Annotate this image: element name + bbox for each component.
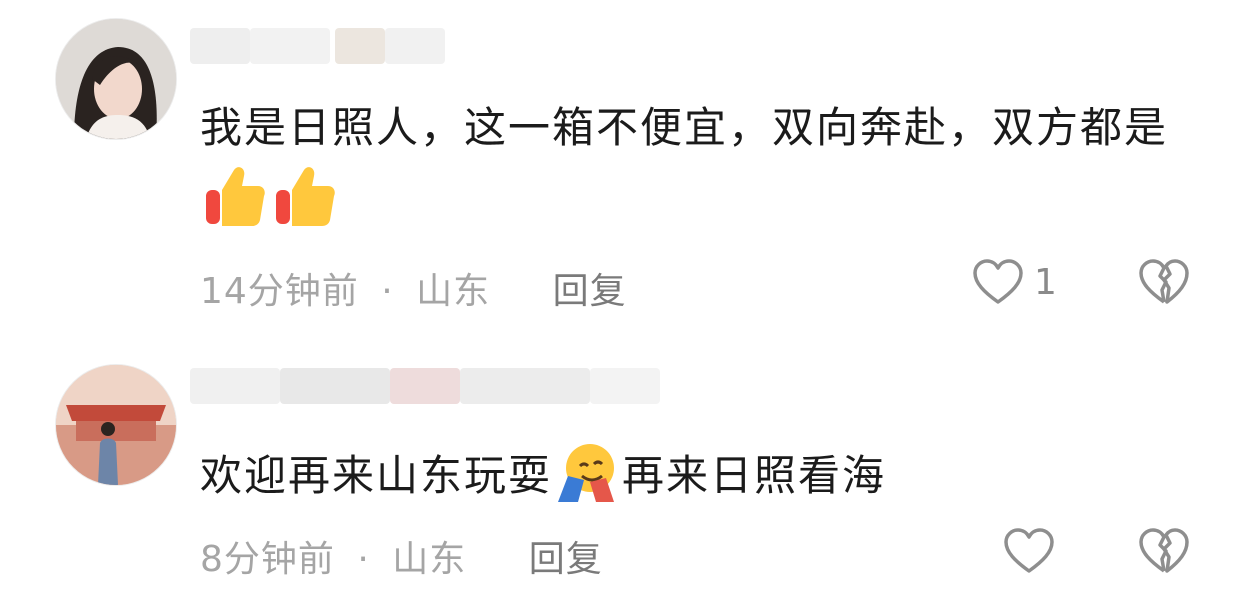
avatar-image [56, 365, 176, 485]
like-count: 1 [1034, 261, 1057, 303]
dislike-button[interactable] [1138, 527, 1190, 579]
blur-block [190, 28, 250, 64]
blur-block [385, 28, 445, 64]
avatar-image [56, 19, 176, 139]
location: 山东 [416, 271, 491, 312]
separator-dot: · [381, 271, 394, 312]
blur-block [335, 28, 385, 64]
comment-item: 我是日照人，这一箱不便宜，双向奔赴，双方都是 14分钟前 · 山东 回复 1 [0, 0, 1256, 330]
username-blurred[interactable] [190, 362, 660, 410]
thumbs-up-icon [276, 167, 335, 226]
location: 山东 [392, 539, 467, 580]
dislike-button[interactable] [1138, 258, 1190, 310]
comment-text-content: 我是日照人，这一箱不便宜，双向奔赴，双方都是 [200, 103, 1169, 152]
reply-button[interactable]: 回复 [553, 271, 627, 312]
thumbs-up-icon [206, 167, 265, 226]
blur-block [250, 28, 330, 64]
blur-block [390, 368, 460, 404]
comment-item: 欢迎再来山东玩耍 再来日照看海 8分钟前 · 山东 回复 [0, 340, 1256, 606]
comment-text: 我是日照人，这一箱不便宜，双向奔赴，双方都是 [200, 92, 1210, 236]
avatar[interactable] [55, 364, 177, 486]
blur-block [460, 368, 590, 404]
avatar[interactable] [55, 18, 177, 140]
blur-block [280, 368, 390, 404]
broken-heart-icon [1139, 259, 1189, 304]
blur-block [590, 368, 660, 404]
timestamp: 14分钟前 [200, 271, 359, 312]
comment-meta: 8分钟前 · 山东 回复 [200, 530, 603, 582]
comment-text: 欢迎再来山东玩耍 再来日照看海 [200, 440, 1210, 512]
heart-icon [973, 259, 1023, 304]
reply-button[interactable]: 回复 [529, 539, 603, 580]
username-blurred[interactable] [190, 22, 480, 70]
comment-text-content: 再来日照看海 [622, 451, 887, 500]
comment-text-content: 欢迎再来山东玩耍 [200, 451, 553, 500]
timestamp: 8分钟前 [200, 539, 335, 580]
like-button[interactable]: 1 [972, 258, 1057, 306]
like-button[interactable] [1003, 527, 1055, 575]
broken-heart-icon [1139, 528, 1189, 573]
separator-dot: · [357, 539, 370, 580]
hugging-face-icon [558, 444, 615, 502]
heart-icon [1004, 528, 1054, 573]
comment-meta: 14分钟前 · 山东 回复 [200, 262, 627, 314]
blur-block [190, 368, 280, 404]
